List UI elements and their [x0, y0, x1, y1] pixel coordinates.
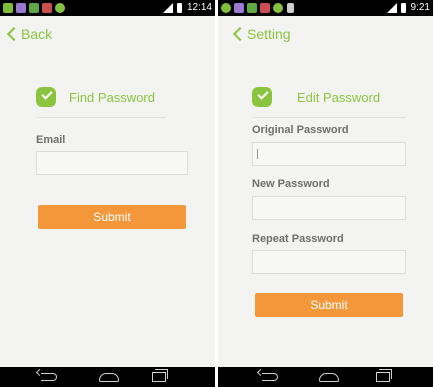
check-badge-icon — [252, 87, 272, 107]
find-password-screen: 12:14 Back Find Password Email Submit — [0, 0, 215, 387]
battery-icon — [177, 3, 182, 13]
notification-icon — [260, 3, 270, 13]
nav-back-icon[interactable] — [262, 373, 278, 381]
nav-home-icon[interactable] — [99, 373, 119, 382]
back-label: Setting — [247, 26, 291, 42]
email-label: Email — [36, 134, 66, 146]
check-badge-icon — [36, 87, 56, 107]
navigation-bar — [218, 367, 433, 387]
page-title: Edit Password — [297, 90, 381, 105]
status-time: 12:14 — [186, 2, 212, 13]
notification-icon — [3, 3, 13, 13]
notification-icon — [221, 3, 231, 13]
battery-icon — [401, 3, 406, 13]
nav-recents-icon[interactable] — [376, 369, 392, 382]
back-button[interactable]: Back — [0, 16, 215, 52]
notification-icon — [42, 3, 52, 13]
notification-icon — [29, 3, 39, 13]
original-password-label: Original Password — [252, 124, 349, 136]
status-bar: 9:21 — [218, 0, 433, 16]
navigation-bar — [0, 367, 215, 387]
submit-button[interactable]: Submit — [255, 293, 403, 317]
new-password-field[interactable] — [252, 196, 406, 220]
text-cursor — [257, 149, 258, 159]
edit-password-screen: 9:21 Setting Edit Password Original Pass… — [218, 0, 433, 387]
notification-icon — [234, 3, 244, 13]
nav-home-icon[interactable] — [319, 373, 339, 382]
original-password-field[interactable] — [252, 142, 406, 166]
new-password-label: New Password — [252, 178, 330, 190]
back-label: Back — [21, 26, 53, 42]
section-header: Find Password — [36, 87, 166, 118]
notification-icon — [247, 3, 257, 13]
submit-button[interactable]: Submit — [38, 205, 186, 229]
back-button[interactable]: Setting — [218, 16, 433, 52]
email-field[interactable] — [36, 151, 188, 175]
notification-icon — [55, 3, 65, 13]
signal-icon — [163, 3, 173, 13]
section-header: Edit Password — [252, 87, 406, 118]
chevron-left-icon — [6, 26, 22, 42]
notification-icon — [273, 3, 283, 13]
repeat-password-label: Repeat Password — [252, 233, 344, 245]
chevron-left-icon — [232, 26, 248, 42]
status-bar: 12:14 — [0, 0, 215, 16]
signal-icon — [387, 3, 397, 13]
nav-recents-icon[interactable] — [152, 369, 168, 382]
notification-icon — [287, 3, 294, 13]
repeat-password-field[interactable] — [252, 250, 406, 274]
nav-back-icon[interactable] — [41, 373, 57, 381]
status-time: 9:21 — [410, 2, 430, 13]
notification-icon — [16, 3, 26, 13]
page-title: Find Password — [69, 90, 155, 105]
